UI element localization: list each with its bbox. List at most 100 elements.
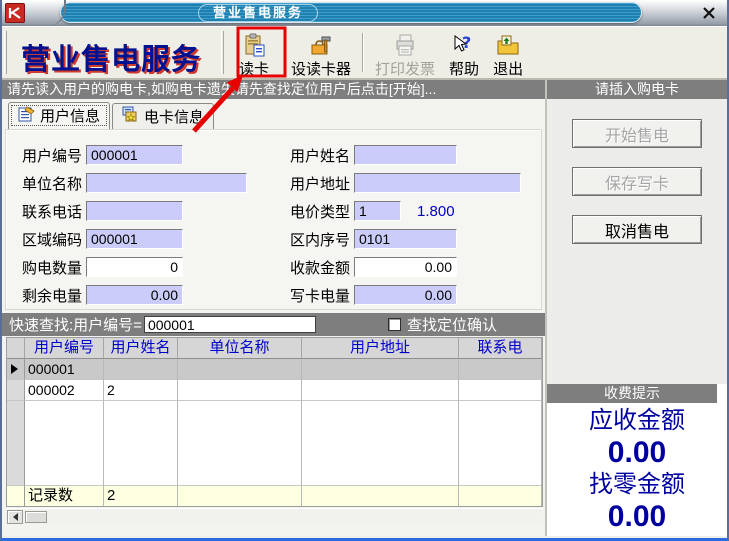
fee-section: 收费提示 应收金额 0.00 找零金额 0.00	[547, 384, 727, 536]
card-info-icon	[122, 106, 139, 126]
change-amount-value: 0.00	[547, 500, 727, 533]
table-cell[interactable]	[302, 380, 459, 401]
user-name-field	[354, 145, 457, 165]
sequence-number-field	[354, 229, 457, 249]
table-cell[interactable]	[459, 359, 542, 380]
page-title: 营业售电服务	[9, 27, 219, 78]
purchase-amount-field[interactable]	[86, 257, 183, 277]
selector-column-header	[7, 338, 25, 359]
main-area: 请先读入用户的购电卡,如购电卡遗失请先查找定位用户后点击[开始]... 用户信息	[2, 80, 727, 536]
record-count-value: 2	[104, 485, 178, 506]
user-id-field	[86, 145, 183, 165]
unit-price-value: 1.800	[417, 203, 455, 220]
write-card-energy-field	[354, 285, 457, 305]
table-header-row: 用户编号 用户姓名 单位名称 用户地址 联系电	[7, 338, 542, 359]
field-label: 剩余电量	[22, 285, 86, 306]
app-logo-icon	[5, 3, 25, 23]
column-header[interactable]: 联系电	[459, 338, 542, 359]
horizontal-scrollbar[interactable]	[6, 508, 543, 524]
current-row-arrow-icon	[11, 364, 18, 374]
amount-due-label: 应收金额	[547, 405, 727, 436]
read-card-button[interactable]: 读卡	[234, 29, 274, 78]
locate-confirm-checkbox[interactable]	[388, 318, 401, 331]
set-reader-button[interactable]: 设读卡器	[286, 29, 356, 78]
titlebar-blue-band	[60, 2, 642, 23]
field-label: 电价类型	[290, 201, 354, 222]
field-label: 用户姓名	[290, 145, 354, 166]
row-selector-cell	[7, 359, 25, 380]
table-row[interactable]: 000001	[7, 359, 542, 380]
titlebar-curve-decoration	[32, 0, 66, 26]
field-label: 写卡电量	[290, 285, 354, 306]
user-table: 用户编号 用户姓名 单位名称 用户地址 联系电 000001	[6, 337, 543, 507]
table-cell[interactable]: 2	[104, 380, 178, 401]
right-panel: 请插入购电卡 开始售电 保存写卡 取消售电 收费提示 应收金额 0.00 找零金…	[545, 80, 727, 536]
table-cell[interactable]	[459, 380, 542, 401]
insert-card-prompt: 请插入购电卡	[547, 80, 727, 99]
table-cell[interactable]	[178, 380, 302, 401]
toolbar-separator	[362, 33, 364, 72]
remaining-energy-field	[86, 285, 183, 305]
field-label: 联系电话	[22, 201, 86, 222]
table-cell[interactable]: 000001	[25, 359, 104, 380]
table-cell[interactable]	[178, 359, 302, 380]
field-label: 用户地址	[290, 173, 354, 194]
quick-search-input[interactable]	[144, 316, 316, 333]
column-header[interactable]: 用户地址	[302, 338, 459, 359]
help-label: 帮助	[449, 58, 479, 79]
sale-buttons: 开始售电 保存写卡 取消售电	[547, 99, 727, 244]
table-cell[interactable]	[302, 359, 459, 380]
column-header[interactable]: 用户编号	[25, 338, 104, 359]
row-selector-cell	[7, 380, 25, 401]
quick-search-label: 快速查找:用户编号=	[9, 314, 142, 335]
set-reader-label: 设读卡器	[291, 58, 351, 79]
column-header[interactable]: 单位名称	[178, 338, 302, 359]
table-row[interactable]: 000002 2	[7, 380, 542, 401]
tab-card-info-label: 电卡信息	[144, 106, 204, 127]
card-reader-settings-icon	[309, 33, 333, 57]
table-cell[interactable]	[104, 359, 178, 380]
user-info-icon	[18, 106, 35, 126]
field-label: 区内序号	[290, 229, 354, 250]
user-info-form: 用户编号 单位名称 联系电话 区域编码	[5, 129, 542, 310]
payment-amount-field[interactable]	[354, 257, 457, 277]
left-column: 请先读入用户的购电卡,如购电卡遗失请先查找定位用户后点击[开始]... 用户信息	[2, 80, 545, 536]
print-invoice-button: 打印发票	[370, 29, 440, 78]
read-card-icon	[242, 33, 266, 57]
printer-icon	[393, 33, 417, 57]
toolbar-grip	[221, 31, 224, 74]
app-window: 营业售电服务 营业售电服务 读卡	[0, 0, 729, 541]
scrollbar-thumb[interactable]	[25, 511, 47, 523]
toolbar: 营业售电服务 读卡	[2, 26, 727, 80]
field-label: 购电数量	[22, 257, 86, 278]
change-amount-label: 找零金额	[547, 469, 727, 500]
help-button[interactable]: ? 帮助	[444, 29, 484, 78]
table-cell[interactable]: 000002	[25, 380, 104, 401]
record-count-label: 记录数	[25, 485, 104, 506]
field-label: 单位名称	[22, 173, 86, 194]
exit-icon	[496, 33, 520, 57]
org-name-field	[86, 173, 247, 193]
window-title: 营业售电服务	[198, 4, 318, 22]
exit-button[interactable]: 退出	[488, 29, 528, 78]
save-write-card-button: 保存写卡	[572, 167, 702, 196]
user-address-field	[354, 173, 521, 193]
field-label: 区域编码	[22, 229, 86, 250]
fee-prompt-header: 收费提示	[547, 384, 717, 403]
amount-due-value: 0.00	[547, 436, 727, 469]
close-icon[interactable]	[699, 5, 719, 21]
title-bar: 营业售电服务	[2, 0, 727, 26]
price-type-field	[354, 201, 401, 221]
scroll-left-icon[interactable]	[7, 510, 23, 524]
tab-user-info[interactable]: 用户信息	[8, 102, 110, 129]
read-card-label: 读卡	[239, 58, 269, 79]
tab-card-info[interactable]: 电卡信息	[112, 103, 214, 129]
area-code-field	[86, 229, 183, 249]
exit-label: 退出	[493, 58, 523, 79]
column-header[interactable]: 用户姓名	[104, 338, 178, 359]
print-invoice-label: 打印发票	[375, 58, 435, 79]
record-count-row: 记录数 2	[7, 485, 542, 506]
cancel-sale-button[interactable]: 取消售电	[572, 215, 702, 244]
tab-strip: 用户信息 电卡信息	[2, 99, 545, 129]
help-cursor-icon: ?	[452, 33, 476, 57]
